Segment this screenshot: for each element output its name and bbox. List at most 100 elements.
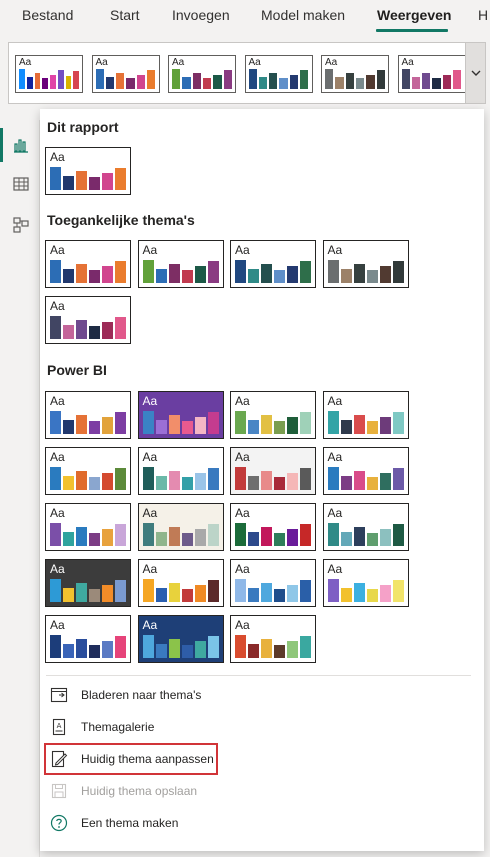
theme-thumbnail-s2-14[interactable]: Aa (137, 559, 224, 607)
theme-thumbnail-s2-18[interactable]: Aa (137, 615, 224, 663)
theme-thumbnail-ribbon-4[interactable]: Aa (244, 55, 313, 93)
theme-color-swatch (76, 470, 87, 490)
view-rail (0, 120, 40, 857)
theme-color-swatch (95, 69, 104, 89)
browse-themes-icon (50, 687, 68, 703)
theme-sample-text: Aa (50, 450, 65, 464)
theme-color-swatch (194, 473, 206, 490)
theme-color-swatch (102, 529, 113, 546)
theme-thumbnail-s2-7[interactable]: Aa (230, 447, 316, 495)
theme-sample-text: Aa (50, 618, 65, 632)
theme-thumbnail-s2-1[interactable]: Aa (45, 391, 131, 439)
tab-bestand[interactable]: Bestand (22, 7, 73, 23)
theme-color-swatch (142, 522, 154, 546)
theme-thumbnail-s2-6[interactable]: Aa (137, 447, 224, 495)
theme-thumbnail-s2-16[interactable]: Aa (322, 559, 409, 607)
theme-color-swatch (115, 316, 126, 339)
theme-thumbnail-s2-12[interactable]: Aa (322, 503, 409, 551)
browse-themes-label: Bladeren naar thema's (81, 688, 202, 702)
theme-thumbnail-s2-10[interactable]: Aa (137, 503, 224, 551)
theme-thumbnail-s1-2[interactable]: Aa (137, 240, 224, 288)
theme-thumbnail-s2-13[interactable]: Aa (45, 559, 131, 607)
theme-color-swatch (89, 421, 100, 434)
theme-color-swatch (353, 470, 365, 490)
theme-color-swatch (102, 417, 113, 434)
theme-thumbnail-s1-1[interactable]: Aa (45, 240, 131, 288)
save-theme-button: Huidig thema opslaan (46, 776, 218, 806)
theme-color-swatch (248, 475, 259, 490)
theme-thumbnail-s2-5[interactable]: Aa (45, 447, 131, 495)
theme-color-swatch (366, 421, 378, 434)
theme-color-swatch (287, 641, 298, 658)
theme-color-swatch (50, 466, 61, 490)
theme-thumbnail-ribbon-3[interactable]: Aa (168, 55, 236, 93)
tab-start[interactable]: Start (110, 7, 140, 23)
theme-color-swatch (300, 260, 311, 283)
theme-color-bars (325, 67, 385, 89)
model-view-icon[interactable] (12, 216, 30, 234)
theme-thumbnail-s1-4[interactable]: Aa (322, 240, 409, 288)
theme-color-swatch (63, 268, 74, 283)
theme-color-swatch (181, 270, 193, 283)
customize-theme-button[interactable]: Huidig thema aanpassen (44, 743, 218, 775)
theme-color-swatch (392, 411, 404, 434)
theme-thumbnail-s2-17[interactable]: Aa (45, 615, 131, 663)
create-theme-button[interactable]: Een thema maken (46, 808, 218, 838)
theme-color-swatch (248, 531, 259, 546)
theme-color-swatch (287, 585, 298, 602)
theme-color-bars (235, 520, 311, 546)
tab-help[interactable]: H (478, 7, 488, 23)
theme-color-swatch (102, 641, 113, 658)
theme-color-swatch (168, 638, 180, 658)
theme-sample-text: Aa (235, 450, 250, 464)
theme-color-swatch (287, 529, 298, 546)
tab-invoegen[interactable]: Invoegen (172, 7, 230, 23)
theme-color-swatch (379, 585, 391, 602)
themes-dropdown: Dit rapport Aa Toegankelijke thema's Aa A… (40, 109, 484, 851)
theme-color-swatch (194, 641, 206, 658)
theme-color-swatch (116, 72, 125, 89)
theme-thumbnail-ribbon-5[interactable]: Aa (321, 55, 389, 93)
theme-color-swatch (248, 268, 259, 283)
browse-themes-button[interactable]: Bladeren naar thema's (46, 680, 218, 710)
theme-sample-text: Aa (235, 243, 250, 257)
theme-color-bars (235, 576, 311, 602)
theme-color-bars (50, 313, 126, 339)
theme-color-swatch (300, 579, 311, 602)
theme-color-swatch (261, 414, 272, 434)
theme-thumbnail-s2-4[interactable]: Aa (322, 391, 409, 439)
theme-thumbnail-s2-3[interactable]: Aa (230, 391, 316, 439)
theme-sample-text: Aa (235, 618, 250, 632)
table-view-icon[interactable] (12, 175, 30, 193)
theme-color-swatch (89, 477, 100, 490)
theme-thumbnail-ribbon-2[interactable]: Aa (91, 55, 160, 93)
theme-thumbnail-s2-8[interactable]: Aa (322, 447, 409, 495)
theme-thumbnail-ribbon-6[interactable]: Aa (397, 55, 466, 93)
theme-color-swatch (366, 589, 378, 602)
theme-color-swatch (89, 177, 100, 190)
theme-thumbnail-ribbon-1[interactable]: Aa (15, 55, 83, 93)
tab-model-maken[interactable]: Model maken (261, 7, 345, 23)
theme-thumbnail-s1-5[interactable]: Aa (45, 296, 131, 344)
theme-thumbnail-s2-11[interactable]: Aa (230, 503, 316, 551)
report-view-icon[interactable] (12, 136, 30, 154)
theme-color-bars (327, 257, 404, 283)
theme-color-bars (50, 164, 126, 190)
theme-sample-text: Aa (50, 506, 65, 520)
theme-color-swatch (274, 589, 285, 602)
theme-color-bars (50, 632, 126, 658)
tab-weergeven[interactable]: Weergeven (377, 7, 451, 23)
theme-thumbnail-s2-19[interactable]: Aa (230, 615, 316, 663)
ribbon-theme-gallery: Aa Aa Aa Aa Aa Aa (8, 42, 486, 104)
theme-color-swatch (248, 587, 259, 602)
theme-color-bars (235, 408, 311, 434)
gallery-expand-button[interactable] (465, 43, 485, 103)
theme-color-swatch (102, 473, 113, 490)
chevron-down-icon (471, 70, 480, 76)
theme-thumbnail-s1-3[interactable]: Aa (230, 240, 316, 288)
theme-thumbnail-s0-1[interactable]: Aa (45, 147, 131, 195)
theme-thumbnail-s2-9[interactable]: Aa (45, 503, 131, 551)
theme-thumbnail-s2-2[interactable]: Aa (137, 391, 224, 439)
theme-gallery-button[interactable]: A Themagalerie (46, 712, 218, 742)
theme-thumbnail-s2-15[interactable]: Aa (230, 559, 316, 607)
